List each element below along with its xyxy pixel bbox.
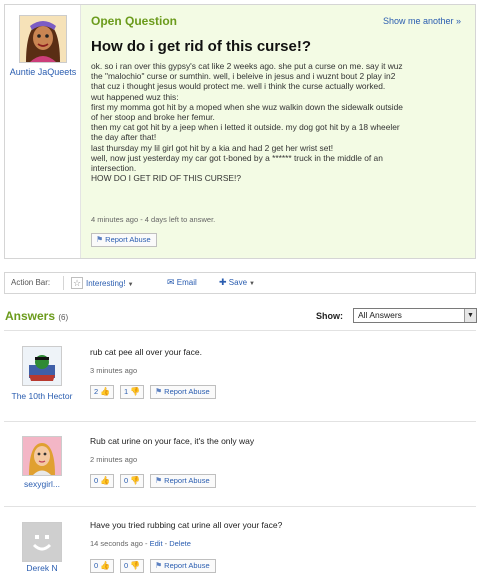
show-another-link[interactable]: Show me another » bbox=[383, 16, 461, 26]
flag-icon: ⚑ bbox=[155, 387, 163, 396]
flag-icon: ⚑ bbox=[96, 235, 104, 244]
answer-timestamp: 2 minutes ago bbox=[90, 455, 138, 464]
answer-item: The 10th Hector rub cat pee all over you… bbox=[0, 340, 480, 424]
divider bbox=[4, 421, 476, 422]
divider bbox=[4, 330, 476, 331]
question-body-line: that cuz i thought jesus would protect m… bbox=[91, 81, 386, 92]
thumbs-down-count: 1 bbox=[124, 387, 129, 396]
thumbs-down-icon: 👎 bbox=[130, 561, 141, 570]
question-body-line: the day after that! bbox=[91, 132, 157, 143]
answer-timestamp: 3 minutes ago bbox=[90, 366, 138, 375]
envelope-icon: ✉ bbox=[167, 277, 175, 287]
answer-time: 14 seconds ago - bbox=[90, 539, 150, 548]
thumbs-up-button[interactable]: 0 👍 bbox=[90, 474, 115, 488]
thumbs-up-count: 2 bbox=[94, 387, 99, 396]
question-body: ok. so i ran over this gypsy's cat like … bbox=[91, 61, 467, 183]
action-bar: Action Bar: ☆ Interesting! ▼ ✉ Email ✚ Sav… bbox=[4, 272, 476, 294]
interesting-button[interactable]: ☆ Interesting! ▼ bbox=[71, 277, 134, 289]
star-icon: ☆ bbox=[71, 277, 83, 289]
thumbs-up-icon: 👍 bbox=[100, 387, 111, 396]
thumbs-up-count: 0 bbox=[94, 476, 99, 485]
edit-link[interactable]: Edit bbox=[150, 539, 163, 548]
report-abuse-label: Report Abuse bbox=[164, 476, 210, 485]
thumbs-down-button[interactable]: 0 👎 bbox=[120, 559, 145, 573]
plus-icon: ✚ bbox=[219, 277, 227, 287]
question-body-line: wut happened wuz this: bbox=[91, 91, 179, 102]
thumbs-down-count: 0 bbox=[124, 561, 129, 570]
question-content: Open Question Show me another » How do i… bbox=[81, 5, 475, 258]
answer-text: rub cat pee all over your face. bbox=[90, 347, 202, 357]
chevron-down-icon: ▼ bbox=[249, 281, 255, 287]
answer-author-name[interactable]: sexygirl... bbox=[10, 479, 74, 490]
delete-link[interactable]: Delete bbox=[169, 539, 191, 548]
answer-author-avatar[interactable] bbox=[22, 522, 62, 562]
question-body-line: last thursday my lil girl got hit by a k… bbox=[91, 142, 334, 153]
question-body-line: of her stoop and broke her femur. bbox=[91, 112, 215, 123]
divider bbox=[4, 506, 476, 507]
email-label: Email bbox=[176, 278, 197, 287]
thumbs-down-button[interactable]: 0 👎 bbox=[120, 474, 145, 488]
thumbs-up-icon: 👍 bbox=[100, 561, 111, 570]
show-filter-value: All Answers bbox=[358, 310, 402, 320]
question-panel: Auntie JaQueets Open Question Show me an… bbox=[4, 4, 476, 259]
answer-text: Rub cat urine on your face, it's the onl… bbox=[90, 436, 255, 446]
answer-author-avatar[interactable] bbox=[22, 346, 62, 386]
question-author-name[interactable]: Auntie JaQueets bbox=[7, 67, 79, 78]
question-body-line: HOW DO I GET RID OF THIS CURSE!? bbox=[91, 173, 241, 184]
report-abuse-label: Report Abuse bbox=[105, 235, 151, 244]
show-filter-select[interactable]: All Answers ▼ bbox=[353, 308, 477, 323]
question-timestamp: 4 minutes ago - 4 days left to answer. bbox=[91, 215, 216, 224]
answer-author-avatar[interactable] bbox=[22, 436, 62, 476]
thumbs-up-button[interactable]: 2 👍 bbox=[90, 385, 115, 399]
email-button[interactable]: ✉ Email bbox=[167, 277, 197, 288]
report-abuse-label: Report Abuse bbox=[164, 561, 210, 570]
question-body-line: the "malochio" curse or sumthin. well, i… bbox=[91, 71, 396, 82]
answer-report-abuse-button[interactable]: ⚑ Report Abuse bbox=[150, 474, 216, 488]
answers-count: (6) bbox=[58, 313, 69, 322]
interesting-label: Interesting! bbox=[86, 279, 126, 288]
answer-timestamp: 14 seconds ago - Edit - Delete bbox=[90, 539, 191, 548]
action-bar-label: Action Bar: bbox=[11, 278, 51, 287]
question-status-label: Open Question bbox=[91, 14, 178, 28]
thumbs-down-icon: 👎 bbox=[130, 476, 141, 485]
save-label: Save bbox=[228, 278, 248, 287]
answers-title-text: Answers bbox=[5, 309, 56, 323]
question-body-line: first my momma got hit by a moped when s… bbox=[91, 101, 403, 112]
question-author-column: Auntie JaQueets bbox=[5, 5, 81, 258]
show-filter-label: Show: bbox=[316, 311, 343, 321]
save-button[interactable]: ✚ Save ▼ bbox=[219, 277, 255, 288]
answer-item: Derek N Have you tried rubbing cat urine… bbox=[0, 514, 480, 583]
thumbs-down-button[interactable]: 1 👎 bbox=[120, 385, 145, 399]
answers-header: Answers (6) Show: All Answers ▼ bbox=[0, 306, 480, 330]
answer-report-abuse-button[interactable]: ⚑ Report Abuse bbox=[150, 559, 216, 573]
answer-author-name[interactable]: Derek N bbox=[10, 563, 74, 574]
question-body-line: ok. so i ran over this gypsy's cat like … bbox=[91, 61, 403, 71]
question-report-abuse-button[interactable]: ⚑ Report Abuse bbox=[91, 233, 157, 247]
chevron-down-icon[interactable]: ▼ bbox=[464, 309, 476, 322]
question-body-line: then my cat got hit by a jeep when i let… bbox=[91, 122, 400, 133]
report-abuse-label: Report Abuse bbox=[164, 387, 210, 396]
chevron-down-icon: ▼ bbox=[127, 282, 134, 288]
thumbs-down-icon: 👎 bbox=[130, 387, 141, 396]
question-body-line: well, now just yesterday my car got t-bo… bbox=[91, 152, 383, 163]
answer-author-name[interactable]: The 10th Hector bbox=[10, 391, 74, 402]
flag-icon: ⚑ bbox=[155, 561, 163, 570]
thumbs-up-count: 0 bbox=[94, 561, 99, 570]
flag-icon: ⚑ bbox=[155, 476, 163, 485]
action-bar-divider bbox=[63, 276, 64, 290]
answer-item: sexygirl... Rub cat urine on your face, … bbox=[0, 430, 480, 508]
answers-title: Answers (6) bbox=[5, 309, 68, 323]
thumbs-down-count: 0 bbox=[124, 476, 129, 485]
question-author-avatar[interactable] bbox=[19, 15, 67, 63]
question-body-line: intersection. bbox=[91, 163, 137, 174]
question-title: How do i get rid of this curse!? bbox=[91, 38, 312, 55]
answer-report-abuse-button[interactable]: ⚑ Report Abuse bbox=[150, 385, 216, 399]
answer-text: Have you tried rubbing cat urine all ove… bbox=[90, 520, 283, 530]
thumbs-up-button[interactable]: 0 👍 bbox=[90, 559, 115, 573]
thumbs-up-icon: 👍 bbox=[100, 476, 111, 485]
